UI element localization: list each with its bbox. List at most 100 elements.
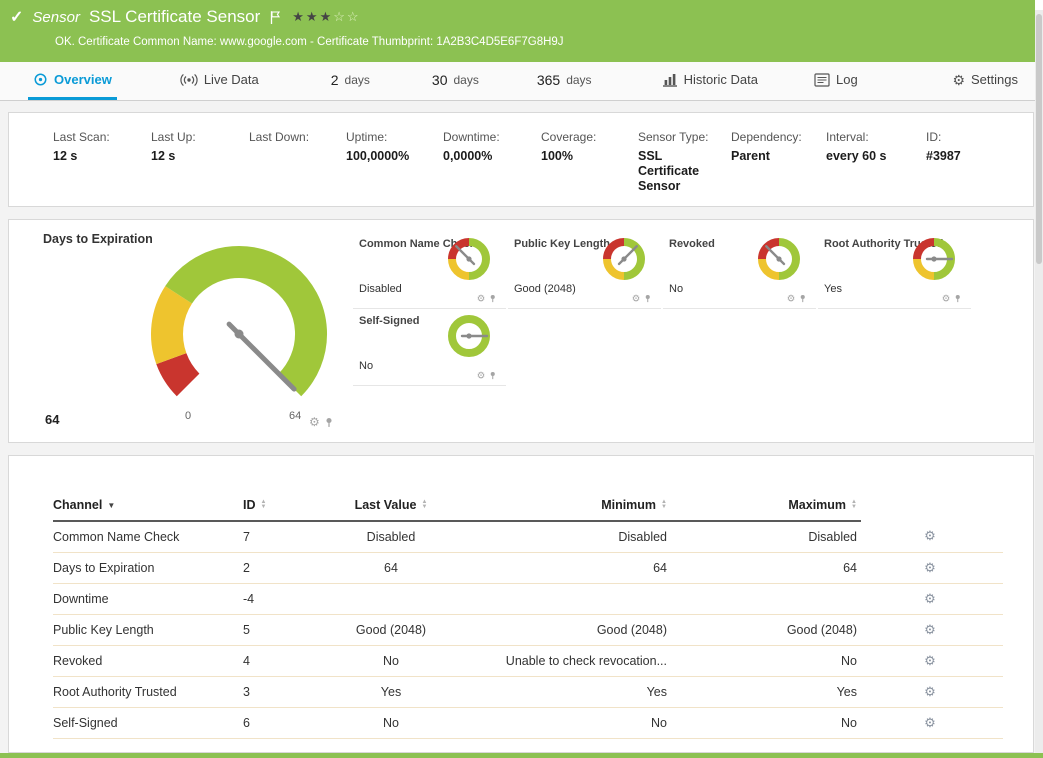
channel-settings-gear-icon[interactable]: ⚙	[924, 591, 936, 606]
column-header-maximum[interactable]: Maximum▲▼	[671, 498, 861, 521]
pin-icon[interactable]	[955, 294, 961, 303]
gauge-card-title: Revoked	[669, 238, 715, 250]
channel-settings-gear-icon[interactable]: ⚙	[787, 293, 796, 303]
primary-gauge-actions: ⚙	[309, 416, 333, 428]
flag-icon[interactable]	[269, 10, 281, 25]
tab-365-days[interactable]: 365 days	[532, 62, 597, 100]
prtg-sensor-page: ✓ Sensor SSL Certificate Sensor ★★★☆☆ OK…	[0, 0, 1043, 758]
channel-maximum: Good (2048)	[671, 614, 861, 645]
scrollbar-top-gap	[1035, 0, 1043, 10]
column-header-last-value[interactable]: Last Value ▲▼	[313, 498, 473, 521]
sensor-info-panel: Last Scan: 12 s Last Up: 12 s Last Down:…	[8, 112, 1034, 207]
channel-name[interactable]: Common Name Check	[53, 521, 243, 552]
channel-settings-gear-icon[interactable]: ⚙	[924, 560, 936, 575]
channel-name[interactable]: Public Key Length	[53, 614, 243, 645]
channel-id: 2	[243, 552, 313, 583]
tab-log[interactable]: Log	[809, 62, 863, 100]
tab-2-days-unit: days	[345, 73, 370, 87]
channel-name[interactable]: Days to Expiration	[53, 552, 243, 583]
column-label: Last Value	[355, 498, 417, 512]
channel-settings-gear-icon[interactable]: ⚙	[924, 528, 936, 543]
channel-maximum: Yes	[671, 676, 861, 707]
channel-id: 4	[243, 645, 313, 676]
overview-icon	[33, 72, 48, 87]
stars-filled: ★★★	[292, 9, 333, 24]
pin-icon[interactable]	[800, 294, 806, 303]
gauge-card-actions: ⚙	[787, 293, 806, 303]
channel-settings-gear-icon[interactable]: ⚙	[924, 653, 936, 668]
channel-settings-gear-icon[interactable]: ⚙	[924, 715, 936, 730]
gauge-card-title: Self-Signed	[359, 315, 420, 327]
ok-check-icon: ✓	[10, 7, 23, 27]
channel-id: 5	[243, 614, 313, 645]
info-label: Downtime:	[443, 130, 541, 144]
channel-settings-gear-icon[interactable]: ⚙	[477, 293, 486, 303]
info-value: SSL Certificate Sensor	[638, 149, 704, 194]
priority-stars[interactable]: ★★★☆☆	[292, 9, 360, 25]
channel-settings-gear-icon[interactable]: ⚙	[924, 684, 936, 699]
channel-last-value	[313, 583, 473, 614]
stars-empty: ☆☆	[333, 9, 360, 24]
channel-settings-gear-icon[interactable]: ⚙	[924, 622, 936, 637]
gauge-card-value: Disabled	[359, 283, 402, 295]
settings-gear-icon: ⚙	[952, 73, 965, 87]
tab-live-data[interactable]: Live Data	[175, 62, 264, 100]
gauge-card-value: No	[669, 283, 683, 295]
small-gauge	[601, 236, 647, 282]
small-gauge-cards: Common Name Check Disabled ⚙ Public Key …	[353, 232, 971, 386]
column-header-channel[interactable]: Channel▼	[53, 498, 243, 521]
table-row: Self-Signed 6 No No No ⚙	[53, 707, 1003, 738]
info-value: #3987	[926, 149, 986, 164]
info-label: Coverage:	[541, 130, 638, 144]
gauge-card-value: No	[359, 360, 373, 372]
channel-name[interactable]: Self-Signed	[53, 707, 243, 738]
sort-both-icon: ▲▼	[421, 500, 427, 510]
channel-maximum: No	[671, 707, 861, 738]
gauge-card-actions: ⚙	[942, 293, 961, 303]
column-label: ID	[243, 498, 256, 512]
channel-settings-gear-icon[interactable]: ⚙	[632, 293, 641, 303]
table-row: Public Key Length 5 Good (2048) Good (20…	[53, 614, 1003, 645]
channel-id: 3	[243, 676, 313, 707]
tab-settings[interactable]: ⚙ Settings	[947, 62, 1023, 100]
channel-settings-gear-icon[interactable]: ⚙	[942, 293, 951, 303]
tab-30-days[interactable]: 30 days	[427, 62, 484, 100]
channels-table: Channel▼ ID▲▼ Last Value ▲▼ Minimum▲▼ Max…	[53, 498, 1003, 739]
channel-minimum	[473, 583, 671, 614]
pin-icon[interactable]	[645, 294, 651, 303]
log-icon	[814, 73, 830, 87]
column-label: Maximum	[788, 498, 846, 512]
tab-historic-data[interactable]: Historic Data	[657, 62, 763, 100]
info-label: Last Scan:	[53, 130, 151, 144]
scrollbar-thumb[interactable]	[1036, 14, 1042, 264]
info-last-scan: Last Scan: 12 s	[53, 130, 151, 206]
gauge-card-public-key-length: Public Key Length Good (2048) ⚙	[508, 232, 661, 309]
footer-green-strip	[0, 753, 1043, 758]
gauge-card-self-signed: Self-Signed No ⚙	[353, 309, 506, 386]
pin-icon[interactable]	[490, 294, 496, 303]
channel-name[interactable]: Root Authority Trusted	[53, 676, 243, 707]
gauge-card-actions: ⚙	[477, 370, 496, 380]
channel-settings-gear-icon[interactable]: ⚙	[477, 370, 486, 380]
info-downtime: Downtime: 0,0000%	[443, 130, 541, 206]
sensor-title-row: ✓ Sensor SSL Certificate Sensor ★★★☆☆	[10, 7, 361, 27]
channel-name[interactable]: Revoked	[53, 645, 243, 676]
tab-overview[interactable]: Overview	[28, 62, 117, 100]
pin-icon[interactable]	[325, 417, 333, 428]
sensor-title: SSL Certificate Sensor	[89, 7, 260, 27]
column-header-id[interactable]: ID▲▼	[243, 498, 313, 521]
channel-name[interactable]: Downtime	[53, 583, 243, 614]
tab-live-data-label: Live Data	[204, 72, 259, 87]
channel-id: 6	[243, 707, 313, 738]
small-gauge	[911, 236, 957, 282]
pin-icon[interactable]	[490, 371, 496, 380]
column-header-minimum[interactable]: Minimum▲▼	[473, 498, 671, 521]
primary-channel-gauge	[129, 238, 349, 423]
channel-settings-gear-icon[interactable]: ⚙	[309, 416, 320, 428]
table-row: Root Authority Trusted 3 Yes Yes Yes ⚙	[53, 676, 1003, 707]
small-gauge	[446, 236, 492, 282]
info-label: Last Up:	[151, 130, 249, 144]
table-row: Revoked 4 No Unable to check revocation.…	[53, 645, 1003, 676]
tab-2-days[interactable]: 2 days	[326, 62, 375, 100]
vertical-scrollbar[interactable]	[1035, 0, 1043, 758]
